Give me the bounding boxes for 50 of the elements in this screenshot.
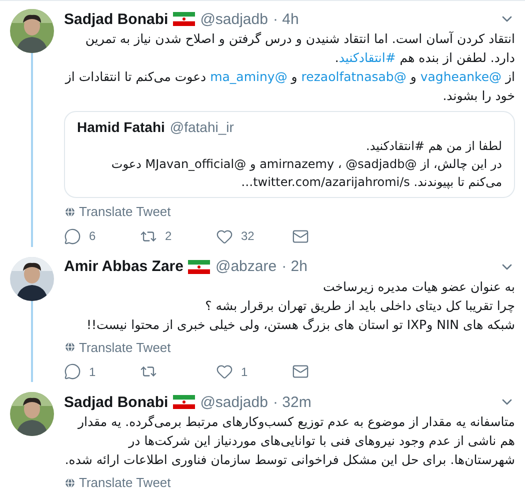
tweet-text: خود را بشوند. <box>442 87 515 105</box>
speech-bubble-icon <box>64 228 81 244</box>
globe-icon <box>64 476 76 488</box>
author-handle[interactable]: @abzare <box>215 258 277 275</box>
tweet-text: شبکه های NIN وIXP تو استان های بزرگ هستن، ولی خیلی خبری از محتوا نیست!! <box>85 316 515 334</box>
author-name[interactable]: Amir Abbas Zare <box>64 258 184 275</box>
tweet-text: متاسفانه یه مقدار از موضوع به عدم توزیع کسب‌وکارهای مرتبط برمی‌گرده. یه مقدار <box>76 413 515 431</box>
tweet-time[interactable]: · 4h <box>272 10 299 28</box>
speech-bubble-icon <box>64 363 81 380</box>
quoted-text: در این چالش، از @amirnazemy ، @sadjadb و @MJavan_official دعوت <box>110 156 502 173</box>
like-button[interactable]: 1 <box>216 363 266 380</box>
avatar[interactable] <box>10 9 54 53</box>
author-handle[interactable]: @sadjadb <box>200 394 268 410</box>
avatar[interactable] <box>10 256 54 300</box>
globe-icon <box>64 206 76 218</box>
flag-icon <box>188 260 210 274</box>
avatar[interactable] <box>10 392 54 436</box>
tweet-link[interactable]: @ma_aminy <box>210 69 288 84</box>
translate-link[interactable]: Translate Tweet <box>64 340 171 354</box>
tweet-link[interactable]: @rezaolfatnasab <box>301 69 406 84</box>
globe-icon <box>64 341 76 353</box>
tweet-text: انتقاد کردن آسان است. اما انتقاد شنیدن و درس گرفتن و اصلاح شدن نیاز به تمرین <box>84 30 515 48</box>
tweet-time[interactable]: · 2h <box>282 258 308 275</box>
retweet-button[interactable]: 2 <box>140 228 190 244</box>
quoted-text: می‌کنم تا بپیوندند. twitter.com/azarijahromi/s… <box>240 174 502 191</box>
quoted-author-name: Hamid Fatahi <box>77 119 165 135</box>
author-name[interactable]: Sadjad Bonabi <box>64 394 168 410</box>
flag-icon <box>173 395 196 409</box>
reply-button[interactable]: 1 <box>64 363 114 380</box>
tweet-text: چرا تقریبا کل دیتای داخلی باید از طریق تهران برقرار بشه ؟ <box>204 296 515 314</box>
reply-button[interactable]: 6 <box>64 228 114 244</box>
tweet-link[interactable]: #انتقادکنید <box>338 50 396 65</box>
tweet-text: دارد. لطفن از بنده هم #انتقادکنید. <box>334 49 515 67</box>
author-name[interactable]: Sadjad Bonabi <box>64 10 168 28</box>
tweet-time[interactable]: · 32m <box>272 394 312 410</box>
heart-icon <box>216 228 233 244</box>
tweet-link[interactable]: @vagheanke <box>420 69 502 84</box>
heart-icon <box>216 363 233 380</box>
quoted-text: لطفا از من هم #انتقادکنید. <box>365 138 502 155</box>
translate-link[interactable]: Translate Tweet <box>64 204 171 219</box>
like-button[interactable]: 32 <box>216 228 266 244</box>
translate-link[interactable]: Translate Tweet <box>64 475 171 490</box>
tweet-text: هم ناشی از عدم وجود نیروهای فنی با توانایی‌های موردنیاز این شرکت‌ها در <box>127 432 515 450</box>
author-handle[interactable]: @sadjadb <box>200 10 268 28</box>
flag-icon <box>173 12 196 26</box>
mail-icon <box>292 228 309 244</box>
tweet-text: شهرستان‌ها. برای حل این مشکل فراخوانی توسط سازمان فناوری اطلاعات ارائه شده. <box>64 451 515 469</box>
tweet-text: به عنوان عضو هیات مدیره زیرساخت <box>322 278 515 296</box>
quoted-author-handle: @fatahi_ir <box>170 119 234 135</box>
mail-icon <box>292 363 309 380</box>
